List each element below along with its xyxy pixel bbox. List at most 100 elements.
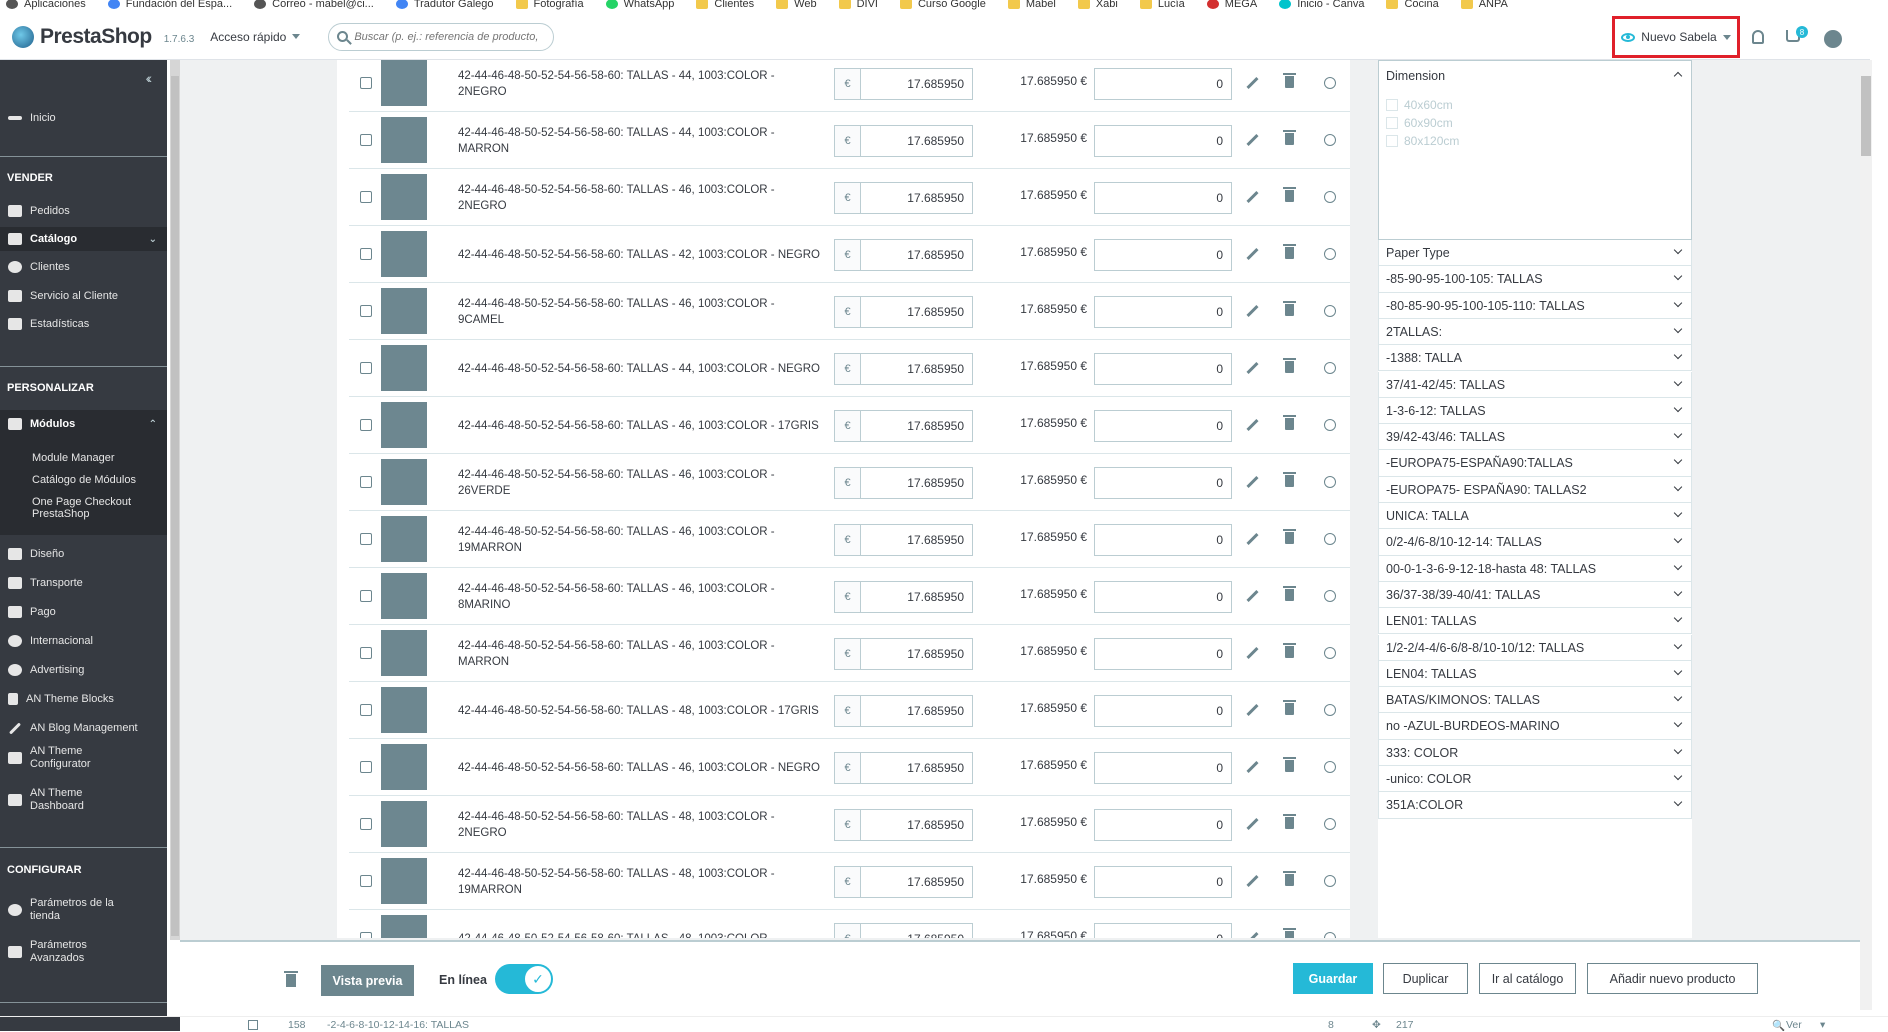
price-impact-input[interactable] bbox=[861, 753, 972, 783]
combination-image[interactable] bbox=[381, 60, 427, 106]
combination-image[interactable] bbox=[381, 231, 427, 277]
row-select-checkbox[interactable] bbox=[360, 590, 372, 602]
attribute-group[interactable]: 1-3-6-12: TALLAS bbox=[1378, 397, 1692, 425]
search-box[interactable] bbox=[328, 22, 555, 51]
quantity-input[interactable] bbox=[1094, 695, 1232, 727]
sidebar-item-clientes[interactable]: Clientes bbox=[0, 256, 167, 278]
quantity-input[interactable] bbox=[1094, 467, 1232, 499]
sidebar-scrollbar-thumb[interactable] bbox=[171, 76, 179, 936]
quick-access-dropdown[interactable]: Acceso rápido bbox=[210, 30, 301, 44]
price-impact-input[interactable] bbox=[861, 297, 972, 327]
page-scrollbar-thumb[interactable] bbox=[1861, 76, 1871, 156]
row-select-checkbox[interactable] bbox=[360, 191, 372, 203]
delete-icon[interactable] bbox=[1283, 928, 1296, 938]
default-combination-radio[interactable] bbox=[1324, 761, 1336, 773]
combination-image[interactable] bbox=[381, 630, 427, 676]
delete-icon[interactable] bbox=[1283, 529, 1296, 544]
bookmark-item[interactable]: Fundación del Espa... bbox=[107, 0, 232, 10]
attribute-group[interactable]: 37/41-42/45: TALLAS bbox=[1378, 371, 1692, 398]
edit-icon[interactable] bbox=[1246, 932, 1258, 938]
default-combination-radio[interactable] bbox=[1324, 362, 1336, 374]
bookmark-item[interactable]: Tradutor Galego bbox=[395, 0, 494, 10]
attribute-group[interactable]: Paper Type bbox=[1378, 240, 1692, 267]
quantity-input[interactable] bbox=[1094, 524, 1232, 556]
combination-image[interactable] bbox=[381, 801, 427, 847]
attribute-group[interactable]: LEN04: TALLAS bbox=[1378, 660, 1692, 688]
attribute-group[interactable]: -EUROPA75- ESPAÑA90: TALLAS2 bbox=[1378, 476, 1692, 503]
sidebar-item-pedidos[interactable]: Pedidos bbox=[0, 200, 167, 222]
sidebar-item-an-blog[interactable]: AN Blog Management bbox=[0, 717, 167, 739]
attribute-group[interactable]: BATAS/KIMONOS: TALLAS bbox=[1378, 687, 1692, 714]
combination-image[interactable] bbox=[381, 402, 427, 448]
combination-image[interactable] bbox=[381, 459, 427, 505]
delete-icon[interactable] bbox=[1283, 757, 1296, 772]
price-impact-input[interactable] bbox=[861, 468, 972, 498]
sidebar-item-pago[interactable]: Pago bbox=[0, 601, 167, 623]
quantity-input[interactable] bbox=[1094, 866, 1232, 898]
duplicate-button[interactable]: Duplicar bbox=[1383, 963, 1468, 994]
edit-icon[interactable] bbox=[1246, 248, 1258, 260]
user-avatar-icon[interactable] bbox=[1824, 30, 1842, 48]
edit-icon[interactable] bbox=[1246, 875, 1258, 887]
preview-button[interactable]: Vista previa bbox=[321, 965, 414, 996]
go-to-catalog-button[interactable]: Ir al catálogo bbox=[1479, 963, 1576, 994]
attribute-group[interactable]: -85-90-95-100-105: TALLAS bbox=[1378, 266, 1692, 293]
row-select-checkbox[interactable] bbox=[360, 248, 372, 260]
sidebar-item-diseno[interactable]: Diseño bbox=[0, 543, 167, 565]
combination-image[interactable] bbox=[381, 744, 427, 790]
submenu-catalogo-modulos[interactable]: Catálogo de Módulos bbox=[32, 474, 136, 486]
save-button[interactable]: Guardar bbox=[1293, 963, 1373, 994]
attribute-group[interactable]: -1388: TALLA bbox=[1378, 345, 1692, 372]
row-select-checkbox[interactable] bbox=[360, 932, 372, 938]
default-combination-radio[interactable] bbox=[1324, 533, 1336, 545]
quantity-input[interactable] bbox=[1094, 809, 1232, 841]
edit-icon[interactable] bbox=[1246, 77, 1258, 89]
delete-icon[interactable] bbox=[1283, 643, 1296, 658]
default-combination-radio[interactable] bbox=[1324, 647, 1336, 659]
quantity-input[interactable] bbox=[1094, 923, 1232, 938]
edit-icon[interactable] bbox=[1246, 305, 1258, 317]
bookmark-item[interactable]: Curso Google bbox=[899, 0, 986, 10]
dimension-title[interactable]: Dimension bbox=[1386, 69, 1445, 83]
price-impact-input[interactable] bbox=[861, 240, 972, 270]
default-combination-radio[interactable] bbox=[1324, 305, 1336, 317]
combination-image[interactable] bbox=[381, 288, 427, 334]
bookmark-item[interactable]: ANPA bbox=[1460, 0, 1508, 10]
price-impact-input[interactable] bbox=[861, 639, 972, 669]
default-combination-radio[interactable] bbox=[1324, 704, 1336, 716]
delete-icon[interactable] bbox=[1283, 814, 1296, 829]
combination-image[interactable] bbox=[381, 174, 427, 220]
edit-icon[interactable] bbox=[1246, 134, 1258, 146]
default-combination-radio[interactable] bbox=[1324, 476, 1336, 488]
combination-image[interactable] bbox=[381, 516, 427, 562]
edit-icon[interactable] bbox=[1246, 362, 1258, 374]
delete-icon[interactable] bbox=[1283, 415, 1296, 430]
default-combination-radio[interactable] bbox=[1324, 932, 1336, 938]
sidebar-item-an-theme-blocks[interactable]: AN Theme Blocks bbox=[0, 688, 167, 710]
row-select-checkbox[interactable] bbox=[360, 77, 372, 89]
quantity-input[interactable] bbox=[1094, 752, 1232, 784]
bookmark-item[interactable]: Clientes bbox=[696, 0, 754, 10]
row-select-checkbox[interactable] bbox=[360, 761, 372, 773]
option-checkbox[interactable] bbox=[1386, 99, 1398, 111]
default-combination-radio[interactable] bbox=[1324, 191, 1336, 203]
combination-image[interactable] bbox=[381, 573, 427, 619]
edit-icon[interactable] bbox=[1246, 704, 1258, 716]
bell-icon[interactable] bbox=[1752, 30, 1764, 44]
price-impact-input[interactable] bbox=[861, 411, 972, 441]
bookmark-item[interactable]: Mabel bbox=[1007, 0, 1056, 10]
combination-image[interactable] bbox=[381, 858, 427, 904]
delete-icon[interactable] bbox=[1283, 871, 1296, 886]
dimension-option[interactable]: 40x60cm bbox=[1386, 98, 1453, 112]
row-select-checkbox[interactable] bbox=[360, 533, 372, 545]
quantity-input[interactable] bbox=[1094, 410, 1232, 442]
attribute-group[interactable]: 333: COLOR bbox=[1378, 739, 1692, 766]
row-select-checkbox[interactable] bbox=[360, 647, 372, 659]
bookmark-item[interactable]: Xabi bbox=[1077, 0, 1118, 10]
edit-icon[interactable] bbox=[1246, 590, 1258, 602]
delete-icon[interactable] bbox=[1283, 358, 1296, 373]
dimension-option[interactable]: 80x120cm bbox=[1386, 134, 1459, 148]
row-select-checkbox[interactable] bbox=[360, 704, 372, 716]
default-combination-radio[interactable] bbox=[1324, 818, 1336, 830]
sidebar-item-servicio[interactable]: Servicio al Cliente bbox=[0, 285, 167, 307]
